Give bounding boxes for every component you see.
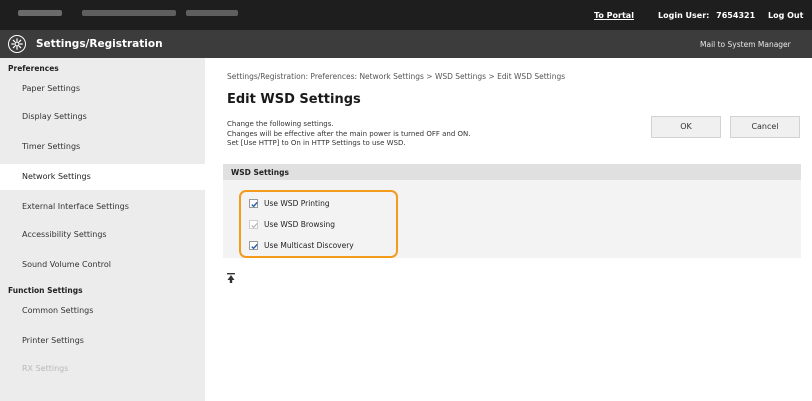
wsd-settings-section-header: WSD Settings (223, 164, 801, 180)
sidebar-section-function-settings: Function Settings (8, 286, 83, 295)
description-line: Change the following settings. (227, 120, 334, 128)
obscured-path-text (18, 10, 62, 16)
login-user-label: Login User: (658, 11, 710, 20)
sidebar-item-paper-settings[interactable]: Paper Settings (0, 76, 205, 102)
sidebar-item-timer-settings[interactable]: Timer Settings (0, 134, 205, 160)
sidebar-item-network-settings[interactable]: Network Settings (0, 164, 205, 190)
scroll-to-top-icon[interactable] (227, 273, 235, 283)
sidebar-item-common-settings[interactable]: Common Settings (0, 298, 205, 324)
obscured-path-text (82, 10, 176, 16)
mail-to-system-manager-link[interactable]: Mail to System Manager (700, 40, 791, 49)
sidebar: Preferences Paper Settings Display Setti… (0, 58, 205, 401)
login-user-id: 7654321 (716, 11, 756, 20)
logout-link[interactable]: Log Out (768, 11, 803, 20)
sidebar-section-preferences: Preferences (8, 64, 59, 73)
main-content: Settings/Registration: Preferences: Netw… (205, 58, 812, 401)
description: Change the following settings. Changes w… (227, 120, 470, 149)
sidebar-item-sound-volume-control[interactable]: Sound Volume Control (0, 252, 205, 278)
top-bar: To Portal Login User: 7654321 Log Out (0, 0, 812, 30)
app-title: Settings/Registration (36, 38, 163, 50)
page-title: Edit WSD Settings (227, 92, 361, 107)
description-line: Changes will be effective after the main… (227, 129, 471, 138)
settings-gear-logo-icon (8, 35, 26, 53)
sidebar-item-rx-settings[interactable]: RX Settings (0, 356, 205, 382)
to-portal-link[interactable]: To Portal (594, 11, 634, 20)
obscured-path-text (186, 10, 238, 16)
login-user-info: Login User: 7654321 (658, 11, 755, 20)
callout-highlight-box (239, 190, 398, 258)
ok-button[interactable]: OK (651, 116, 721, 138)
header-bar: Settings/Registration Mail to System Man… (0, 30, 812, 58)
description-line: Set [Use HTTP] to On in HTTP Settings to… (227, 139, 406, 147)
sidebar-item-display-settings[interactable]: Display Settings (0, 104, 205, 130)
cancel-button[interactable]: Cancel (730, 116, 800, 138)
sidebar-item-external-interface-settings[interactable]: External Interface Settings (0, 194, 205, 220)
sidebar-item-accessibility-settings[interactable]: Accessibility Settings (0, 222, 205, 248)
section-title: WSD Settings (231, 168, 289, 177)
sidebar-item-printer-settings[interactable]: Printer Settings (0, 328, 205, 354)
breadcrumb: Settings/Registration: Preferences: Netw… (227, 72, 566, 81)
